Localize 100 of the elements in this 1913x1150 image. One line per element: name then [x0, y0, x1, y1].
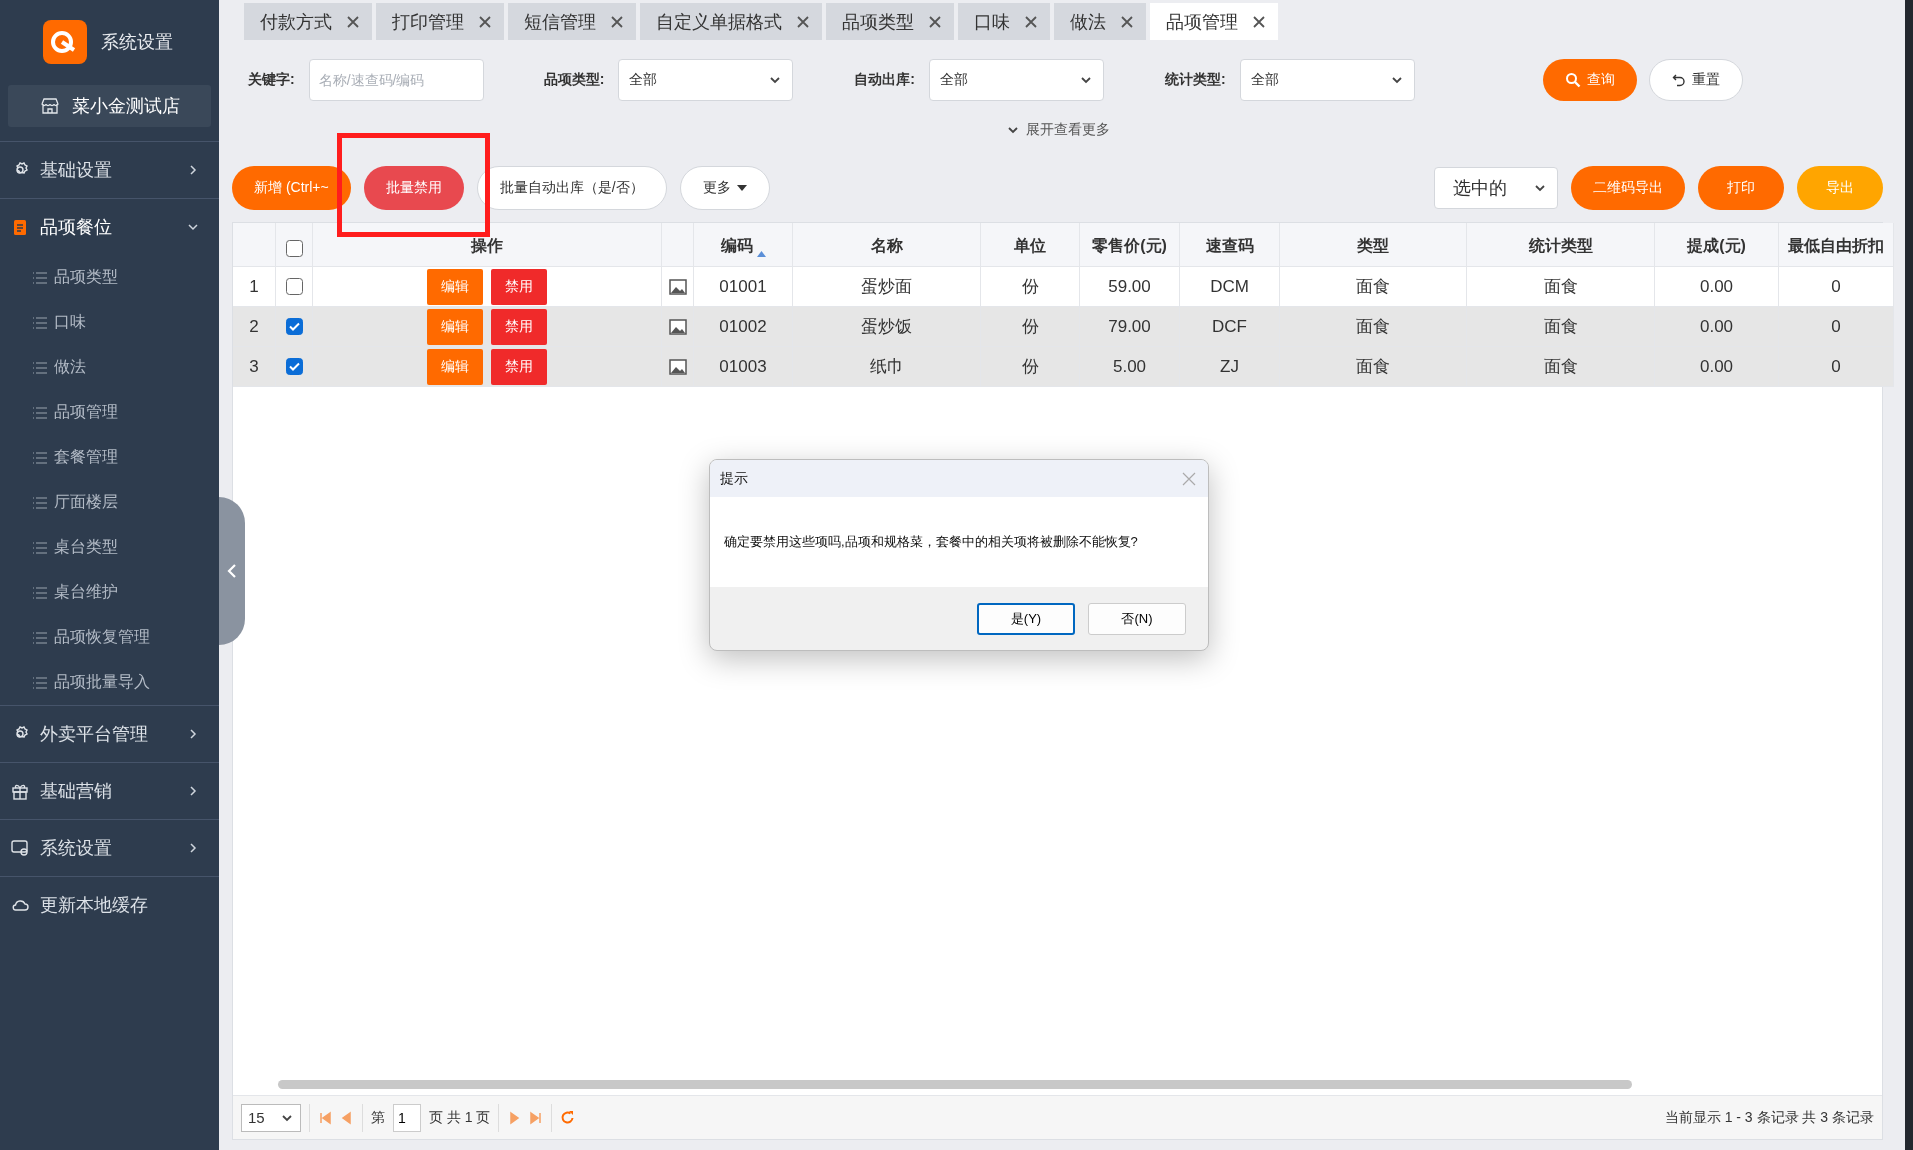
select-field[interactable]: 全部 [1239, 59, 1415, 101]
keyword-field[interactable]: 名称/速查码/编码 [308, 59, 484, 101]
menu-item[interactable]: 套餐管理 [0, 435, 219, 480]
record-summary: 当前显示 1 - 3 条记录 共 3 条记录 [1664, 1108, 1874, 1127]
menu-group[interactable]: 更新本地缓存 [0, 876, 219, 933]
menu-group[interactable]: 外卖平台管理 [0, 705, 219, 762]
tab[interactable]: 打印管理 [376, 3, 504, 40]
image-icon[interactable] [668, 278, 687, 295]
menu-item[interactable]: 桌台类型 [0, 525, 219, 570]
checkbox[interactable] [285, 358, 303, 375]
tab[interactable]: 品项管理 [1150, 3, 1278, 40]
scrollbar[interactable] [278, 1080, 1632, 1089]
tab[interactable]: 付款方式 [244, 3, 372, 40]
collapse-handle[interactable] [219, 497, 245, 645]
close-icon[interactable] [1120, 14, 1134, 29]
dialog-button[interactable]: 否(N) [1088, 602, 1186, 635]
expand-link[interactable]: 展开查看更多 [232, 120, 1883, 140]
table-cell: 01001 [694, 267, 793, 307]
menu-group[interactable]: 系统设置 [0, 819, 219, 876]
close-icon[interactable] [796, 14, 810, 29]
close-icon[interactable] [346, 14, 360, 29]
refresh-icon[interactable] [560, 1110, 576, 1125]
menu-group[interactable]: 品项餐位 [0, 198, 219, 255]
chevron-right-icon [187, 842, 199, 854]
column-header[interactable]: 提成(元) [1655, 223, 1779, 267]
column-header[interactable]: 单位 [981, 223, 1080, 267]
table-cell: 面食 [1467, 347, 1655, 387]
column-header[interactable]: 统计类型 [1467, 223, 1655, 267]
list-icon [32, 405, 48, 420]
field-label: 关键字: [248, 71, 295, 89]
close-icon[interactable] [610, 14, 624, 29]
close-icon[interactable] [478, 14, 492, 29]
column-header[interactable]: 名称 [793, 223, 981, 267]
menu-item[interactable]: 厅面楼层 [0, 480, 219, 525]
disable-button[interactable]: 禁用 [491, 308, 547, 345]
image-icon[interactable] [668, 358, 687, 375]
table-cell: 0 [1779, 307, 1894, 347]
action-button[interactable]: 批量自动出库（是/否） [476, 166, 667, 210]
screen-gear-icon [10, 838, 30, 858]
table-cell: 份 [981, 307, 1080, 347]
close-icon[interactable] [1252, 14, 1266, 29]
list-icon [32, 360, 48, 375]
column-header[interactable]: 编码 [694, 223, 793, 267]
caret-icon [736, 185, 747, 191]
select-field[interactable]: 全部 [929, 59, 1104, 101]
more-dropdown[interactable]: 更多 [679, 166, 770, 210]
list-icon [32, 315, 48, 330]
tab[interactable]: 品项类型 [826, 3, 954, 40]
reset-button[interactable]: 重置 [1649, 59, 1743, 101]
tab[interactable]: 短信管理 [508, 3, 636, 40]
dialog-button[interactable]: 是(Y) [977, 602, 1075, 635]
page-label: 第 [371, 1108, 385, 1127]
checkbox[interactable] [285, 318, 303, 335]
menu-item[interactable]: 做法 [0, 345, 219, 390]
column-header[interactable]: 最低自由折扣 [1779, 223, 1894, 267]
table-cell: 0.00 [1655, 307, 1779, 347]
field-label: 统计类型: [1165, 71, 1226, 89]
list-icon [32, 495, 48, 510]
table-cell: 面食 [1467, 307, 1655, 347]
disable-button[interactable]: 禁用 [491, 268, 547, 305]
menu-item[interactable]: 口味 [0, 300, 219, 345]
table-cell: 面食 [1280, 267, 1467, 307]
list-icon [32, 585, 48, 600]
action-button[interactable]: 批量禁用 [363, 166, 464, 210]
store-button[interactable]: 菜小金测试店 [8, 85, 211, 127]
table-cell: DCF [1180, 307, 1280, 347]
shop-icon [39, 96, 60, 116]
row-number: 2 [233, 307, 276, 347]
page-input[interactable]: 1 [393, 1103, 421, 1132]
close-icon[interactable] [928, 14, 942, 29]
chevron-left-icon [227, 563, 237, 579]
disable-button[interactable]: 禁用 [491, 348, 547, 385]
select-field[interactable]: 全部 [618, 59, 794, 101]
column-header: 操作 [313, 223, 662, 267]
close-icon[interactable] [1024, 14, 1038, 29]
dialog-message: 确定要禁用这些项吗,品项和规格菜，套餐中的相关项将被删除不能恢复? [724, 533, 1138, 551]
checkbox[interactable] [285, 278, 303, 295]
tab[interactable]: 做法 [1054, 3, 1146, 40]
column-header[interactable]: 速查码 [1180, 223, 1280, 267]
table-cell: 0.00 [1655, 267, 1779, 307]
menu-item[interactable]: 桌台维护 [0, 570, 219, 615]
table-cell: 蛋炒面 [793, 267, 981, 307]
column-header[interactable]: 类型 [1280, 223, 1467, 267]
column-header[interactable]: 零售价(元) [1080, 223, 1180, 267]
page-size-select[interactable]: 15 [241, 1103, 301, 1132]
menu-item[interactable]: 品项类型 [0, 255, 219, 300]
table-cell: 面食 [1280, 347, 1467, 387]
menu-item[interactable]: 品项恢复管理 [0, 615, 219, 660]
list-icon [32, 630, 48, 645]
scope-select[interactable]: 选中的 [1434, 167, 1558, 209]
tab[interactable]: 口味 [958, 3, 1050, 40]
chevron-right-icon [187, 785, 199, 797]
menu-item[interactable]: 品项批量导入 [0, 660, 219, 705]
tab[interactable]: 自定义单据格式 [640, 3, 822, 40]
menu-group[interactable]: 基础营销 [0, 762, 219, 819]
table-cell: 0 [1779, 267, 1894, 307]
checkbox[interactable] [285, 240, 303, 257]
image-icon[interactable] [668, 318, 687, 335]
menu-item[interactable]: 品项管理 [0, 390, 219, 435]
menu-group[interactable]: 基础设置 [0, 141, 219, 198]
